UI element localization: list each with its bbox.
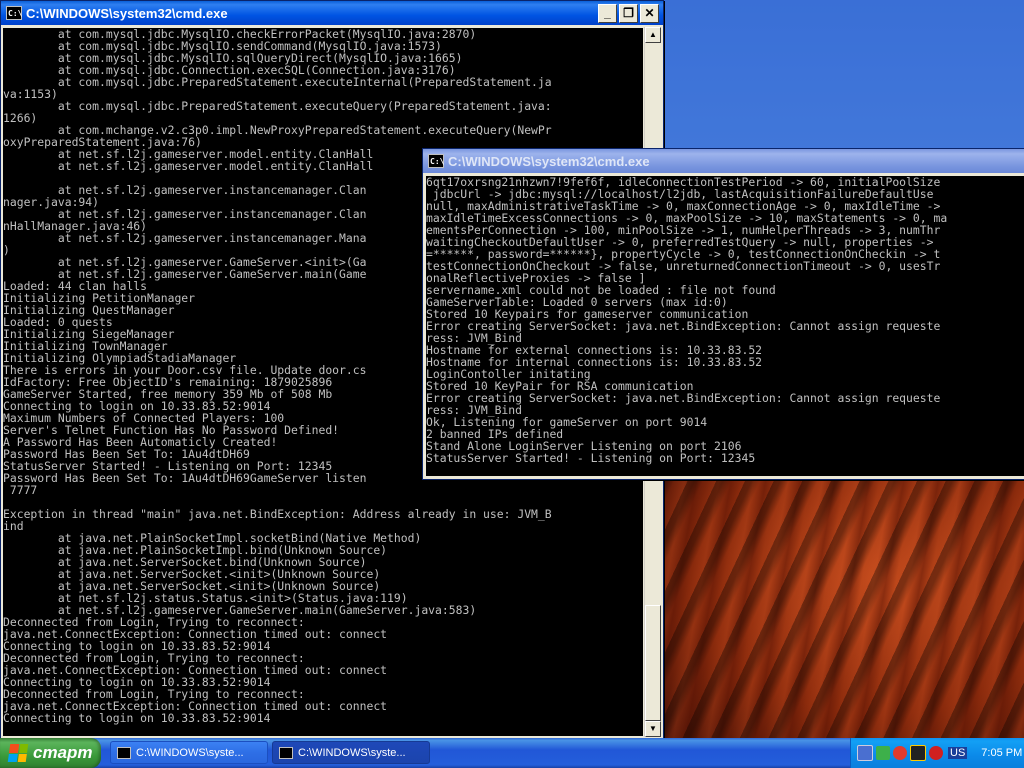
close-button[interactable]: ✕ bbox=[640, 3, 659, 23]
maximize-button[interactable]: ❐ bbox=[619, 3, 638, 23]
minimize-icon: _ bbox=[604, 5, 611, 20]
cmd-icon bbox=[279, 746, 293, 759]
scroll-thumb[interactable] bbox=[645, 605, 661, 721]
console-output[interactable]: 6qt17oxrsng21nhzwn7!9fef6f, idleConnecti… bbox=[426, 176, 1024, 476]
taskbar-item-cmd-1[interactable]: C:\WINDOWS\syste... bbox=[110, 741, 268, 764]
cmd-window-2[interactable]: C:\ C:\WINDOWS\system32\cmd.exe 6qt17oxr… bbox=[422, 148, 1024, 480]
window-title: C:\WINDOWS\system32\cmd.exe bbox=[26, 5, 228, 21]
close-icon: ✕ bbox=[644, 5, 655, 20]
start-button[interactable]: старт bbox=[0, 738, 101, 768]
cmd-icon bbox=[117, 746, 131, 759]
console-line: Connecting to login on 10.33.83.52:9014 bbox=[3, 711, 271, 725]
console-line: at com.mysql.jdbc.PreparedStatement.exec… bbox=[3, 75, 552, 89]
console-line: at com.mysql.jdbc.PreparedStatement.exec… bbox=[3, 99, 552, 113]
scroll-up-icon: ▲ bbox=[649, 30, 657, 39]
title-bar[interactable]: C:\ C:\WINDOWS\system32\cmd.exe bbox=[423, 149, 1024, 173]
windows-logo-icon bbox=[7, 744, 29, 762]
taskbar-item-label: C:\WINDOWS\syste... bbox=[298, 746, 406, 759]
volume-icon[interactable] bbox=[876, 746, 890, 760]
network-icon[interactable] bbox=[857, 745, 873, 761]
system-tray: US 7:05 PM bbox=[850, 738, 1024, 768]
taskbar-item-cmd-2[interactable]: C:\WINDOWS\syste... bbox=[272, 741, 430, 764]
window-title: C:\WINDOWS\system32\cmd.exe bbox=[448, 153, 650, 169]
clock[interactable]: 7:05 PM bbox=[981, 747, 1022, 759]
start-label: старт bbox=[33, 743, 93, 762]
console-line: 7777 bbox=[3, 483, 38, 497]
minimize-button[interactable]: _ bbox=[598, 3, 617, 23]
security-icon[interactable] bbox=[893, 746, 907, 760]
antivirus-icon[interactable] bbox=[929, 746, 943, 760]
taskbar: старт C:\WINDOWS\syste... C:\WINDOWS\sys… bbox=[0, 738, 1024, 768]
app-tray-icon[interactable] bbox=[910, 745, 926, 761]
cmd-icon: C:\ bbox=[428, 154, 444, 168]
taskbar-item-label: C:\WINDOWS\syste... bbox=[136, 746, 244, 759]
language-indicator[interactable]: US bbox=[948, 747, 968, 759]
scroll-down-icon: ▼ bbox=[649, 724, 657, 733]
maximize-icon: ❐ bbox=[623, 5, 634, 20]
cmd-icon: C:\ bbox=[6, 6, 22, 20]
scroll-down-button[interactable]: ▼ bbox=[645, 721, 661, 737]
desktop-wallpaper bbox=[664, 470, 1024, 740]
title-bar[interactable]: C:\ C:\WINDOWS\system32\cmd.exe _ ❐ ✕ bbox=[1, 1, 663, 25]
scroll-up-button[interactable]: ▲ bbox=[645, 27, 661, 43]
console-line: Exception in thread "main" java.net.Bind… bbox=[3, 507, 552, 521]
console-line: StatusServer Started! - Listening on Por… bbox=[426, 451, 756, 465]
